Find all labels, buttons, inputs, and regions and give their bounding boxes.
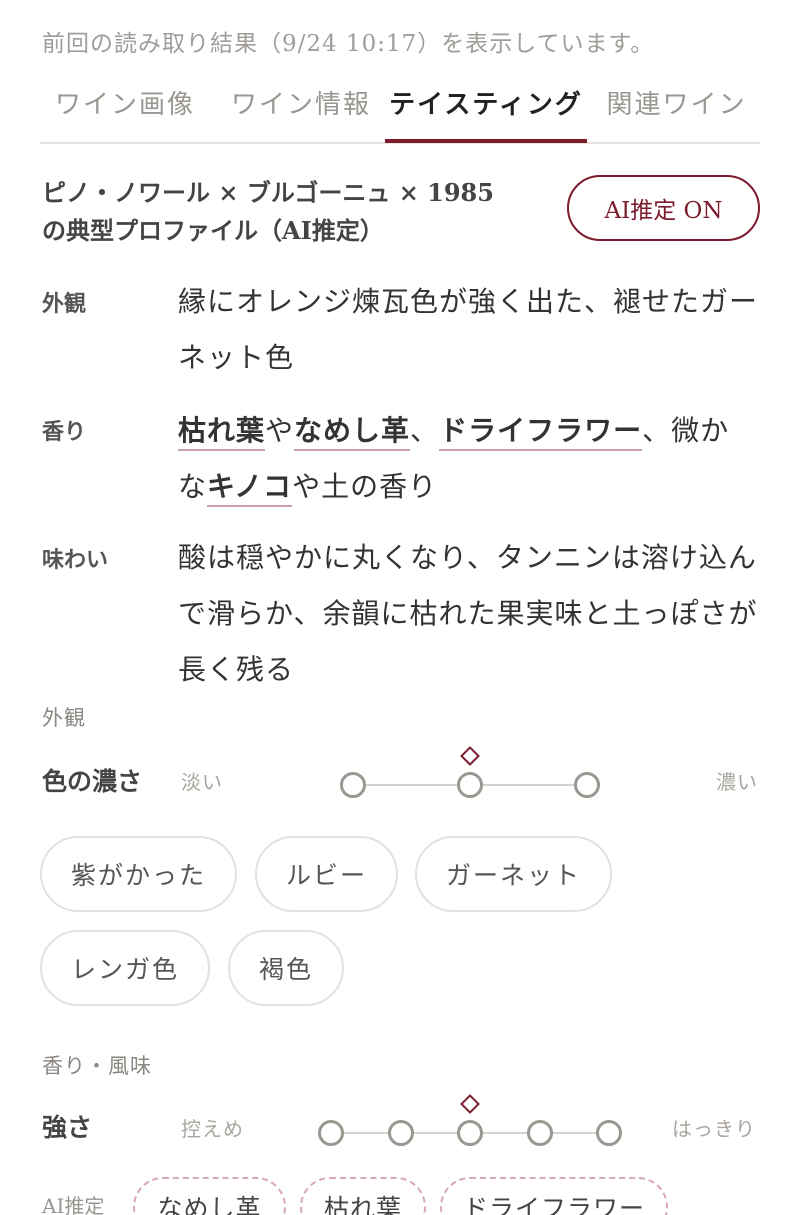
scale-step[interactable] xyxy=(526,1120,553,1146)
ai-aroma-chip[interactable]: 枯れ葉 xyxy=(300,1177,426,1215)
aroma-keyword[interactable]: なめし革 xyxy=(294,414,411,451)
tab-wine-info[interactable]: ワイン情報 xyxy=(216,80,386,142)
aroma-text: や xyxy=(265,414,295,447)
color-chip[interactable]: ガーネット xyxy=(415,836,612,912)
tab-related-wines[interactable]: 関連ワイン xyxy=(593,80,760,142)
aroma-keyword[interactable]: ドライフラワー xyxy=(439,414,643,451)
tab-wine-image[interactable]: ワイン画像 xyxy=(40,80,210,142)
scale-step[interactable] xyxy=(574,772,600,798)
color-depth-max-label: 濃い xyxy=(716,770,758,794)
aroma-keyword[interactable]: キノコ xyxy=(207,470,293,507)
appearance-section-label: 外観 xyxy=(42,706,86,730)
profile-title-line2: の典型プロファイル（AI推定） xyxy=(42,216,384,245)
color-chip[interactable]: 褐色 xyxy=(228,930,344,1006)
color-chip[interactable]: レンガ色 xyxy=(40,930,210,1006)
scale-step[interactable] xyxy=(457,1120,483,1146)
tab-tasting[interactable]: テイスティング xyxy=(385,80,587,142)
taste-description: 酸は穏やかに丸くなり、タンニンは溶け込んで滑らか、余韻に枯れた果実味と土っぽさが… xyxy=(178,541,758,686)
color-depth-label: 色の濃さ xyxy=(42,767,143,796)
aroma-keyword[interactable]: 枯れ葉 xyxy=(178,414,266,451)
profile-title: ピノ・ノワール × ブルゴーニュ × 1985 の典型プロファイル（AI推定） xyxy=(42,174,542,250)
color-chip[interactable]: 紫がかった xyxy=(40,836,237,912)
taste-label: 味わい xyxy=(42,547,109,573)
scale-step[interactable] xyxy=(340,772,366,798)
intensity-max-label: はっきり xyxy=(672,1117,756,1141)
color-chip[interactable]: ルビー xyxy=(255,836,398,912)
aroma-label: 香り xyxy=(42,419,87,445)
ai-estimate-toggle[interactable]: AI推定 ON xyxy=(567,175,760,241)
active-tab-indicator xyxy=(385,139,587,143)
intensity-label: 強さ xyxy=(42,1113,93,1142)
appearance-label: 外観 xyxy=(42,291,87,317)
ai-estimate-marker-icon xyxy=(460,746,480,766)
profile-title-line1: ピノ・ノワール × ブルゴーニュ × 1985 xyxy=(42,178,494,207)
last-scan-notice: 前回の読み取り結果（9/24 10:17）を表示しています。 xyxy=(42,31,655,57)
ai-aroma-chip[interactable]: なめし革 xyxy=(133,1177,286,1215)
ai-hint-label: AI推定 xyxy=(42,1194,105,1215)
scale-step[interactable] xyxy=(457,772,483,798)
scale-step[interactable] xyxy=(387,1120,414,1146)
scale-step[interactable] xyxy=(596,1120,622,1146)
scale-step[interactable] xyxy=(318,1120,344,1146)
aroma-section-label: 香り・風味 xyxy=(42,1054,152,1078)
intensity-min-label: 控えめ xyxy=(181,1117,244,1141)
aroma-description: 枯れ葉やなめし革、ドライフラワー、微かなキノコや土の香り xyxy=(178,403,758,515)
appearance-description: 縁にオレンジ煉瓦色が強く出た、褪せたガーネット色 xyxy=(178,285,759,374)
tab-bar: ワイン画像 ワイン情報 テイスティング 関連ワイン xyxy=(40,80,760,144)
color-depth-min-label: 淡い xyxy=(181,770,223,794)
ai-estimate-marker-icon xyxy=(460,1094,480,1114)
aroma-text: や土の香り xyxy=(292,470,438,503)
ai-aroma-chip[interactable]: ドライフラワー xyxy=(440,1177,668,1215)
aroma-text: 、 xyxy=(410,414,440,447)
